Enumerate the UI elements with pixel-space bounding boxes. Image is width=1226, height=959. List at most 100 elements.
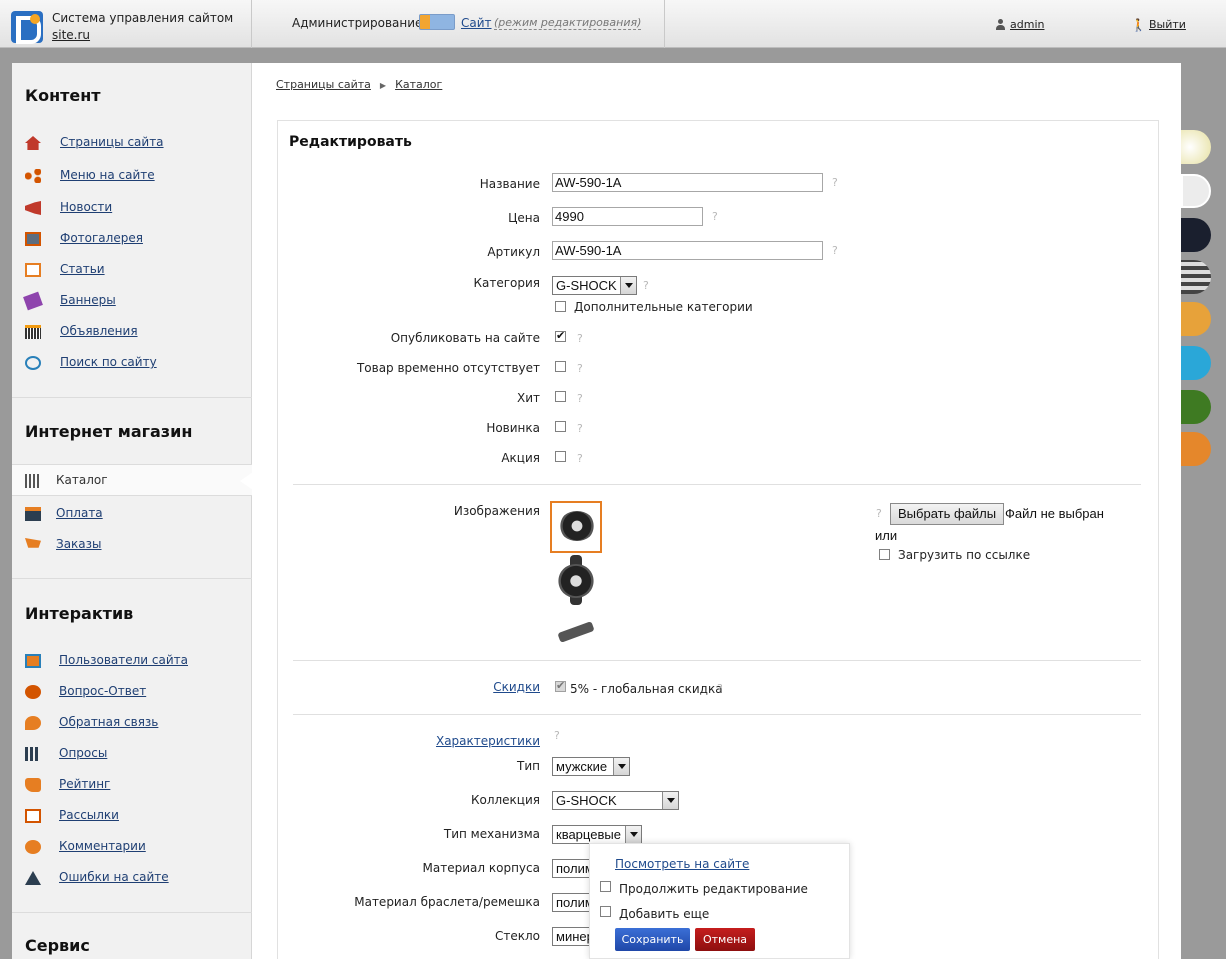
sidebar-item-news[interactable]: Новости [25,199,245,219]
edit-mode-note[interactable]: (режим редактирования) [494,16,642,30]
publish-checkbox[interactable] [555,329,566,342]
glass-label: Стекло [494,929,540,943]
sidebar-item-label[interactable]: Ошибки на сайте [59,870,169,884]
chevron-down-icon [620,277,636,294]
user-link[interactable]: admin [1010,18,1044,31]
continue-edit-checkbox[interactable] [600,881,611,892]
sidebar-item-catalog[interactable]: Каталог [25,472,245,492]
help-icon[interactable]: ? [832,176,838,189]
sale-checkbox[interactable] [555,451,566,462]
breadcrumb-item[interactable]: Каталог [395,78,442,91]
sidebar-item-label[interactable]: Опросы [59,746,107,760]
category-label: Категория [473,276,540,290]
collection-select[interactable]: G-SHOCK [552,791,679,810]
sidebar-item-label[interactable]: Рейтинг [59,777,110,791]
help-icon[interactable]: ? [712,210,718,223]
help-icon[interactable]: ? [577,392,583,405]
logout-link[interactable]: Выйти [1149,18,1186,31]
theme-swatch[interactable] [1181,260,1211,294]
sidebar-item-qa[interactable]: Вопрос-Ответ [25,683,245,703]
sidebar-item-feedback[interactable]: Обратная связь [25,714,245,734]
help-icon[interactable]: ? [876,507,882,520]
category-select[interactable]: G-SHOCK [552,276,637,295]
sidebar-item-menu[interactable]: Меню на сайте [25,167,245,187]
price-input[interactable]: 4990 [552,207,703,226]
new-checkbox[interactable] [555,421,566,432]
site-mode-link[interactable]: Сайт [461,16,492,30]
sidebar-item-label[interactable]: Объявления [60,324,138,338]
sidebar-item-label[interactable]: Каталог [56,473,108,487]
image-thumbnail[interactable] [550,555,602,607]
help-icon[interactable]: ? [832,244,838,257]
sidebar-item-label[interactable]: Страницы сайта [60,135,164,149]
sidebar-item-label[interactable]: Вопрос-Ответ [59,684,146,698]
sidebar-item-label[interactable]: Меню на сайте [60,168,155,182]
image-thumbnail[interactable] [550,609,602,661]
hit-checkbox[interactable] [555,391,566,402]
sidebar-item-errors[interactable]: Ошибки на сайте [25,869,245,889]
discounts-link[interactable]: Скидки [493,680,540,694]
absent-checkbox[interactable] [555,361,566,372]
theme-swatch[interactable] [1181,130,1211,164]
sidebar-item-orders[interactable]: Заказы [25,536,245,556]
sidebar-item-polls[interactable]: Опросы [25,745,245,765]
cancel-button[interactable]: Отмена [695,928,755,951]
banner-icon [23,291,43,311]
help-icon[interactable]: ? [717,682,723,695]
sidebar-item-gallery[interactable]: Фотогалерея [25,230,245,250]
theme-swatch[interactable] [1181,174,1211,208]
sidebar-item-banners[interactable]: Баннеры [23,291,245,312]
view-on-site-link[interactable]: Посмотреть на сайте [615,857,749,871]
sidebar-item-label[interactable]: Поиск по сайту [60,355,157,369]
theme-swatch[interactable] [1181,390,1211,424]
article-input[interactable]: AW-590-1A [552,241,823,260]
sidebar-item-payment[interactable]: Оплата [25,505,245,525]
sidebar-item-label[interactable]: Пользователи сайта [59,653,188,667]
edit-panel: Редактировать Название AW-590-1A ? Цена … [277,120,1159,959]
sidebar-item-comments[interactable]: Комментарии [25,838,245,858]
sidebar-item-label[interactable]: Оплата [56,506,103,520]
upload-by-link-checkbox[interactable] [879,549,890,560]
sidebar-item-label[interactable]: Фотогалерея [60,231,143,245]
mode-switch-icon[interactable] [419,14,455,30]
sidebar-item-label[interactable]: Заказы [56,537,102,551]
sidebar-item-articles[interactable]: Статьи [25,261,245,281]
name-input[interactable]: AW-590-1A [552,173,823,192]
add-more-checkbox[interactable] [600,906,611,917]
breadcrumb-item[interactable]: Страницы сайта [276,78,371,91]
admin-mode-label[interactable]: Администрирование [292,16,422,30]
type-select[interactable]: мужские [552,757,630,776]
help-icon[interactable]: ? [643,279,649,292]
extra-categories-checkbox[interactable] [555,301,566,312]
sidebar-item-mailing[interactable]: Рассылки [25,807,245,827]
sidebar-item-pages[interactable]: Страницы сайта [25,134,245,154]
help-icon[interactable]: ? [577,332,583,345]
features-link[interactable]: Характеристики [436,734,540,748]
theme-swatch[interactable] [1181,432,1211,466]
logo[interactable] [11,11,43,44]
sidebar-item-label[interactable]: Новости [60,200,112,214]
mechanism-select[interactable]: кварцевые [552,825,642,844]
sidebar-item-users[interactable]: Пользователи сайта [25,652,245,672]
sidebar-item-label[interactable]: Баннеры [60,293,116,307]
section-title-shop: Интернет магазин [25,422,193,441]
theme-swatch[interactable] [1181,302,1211,336]
case-material-label: Материал корпуса [422,861,540,875]
help-icon[interactable]: ? [577,362,583,375]
sidebar-item-ads[interactable]: Объявления [25,323,245,343]
sidebar-item-label[interactable]: Рассылки [59,808,119,822]
theme-swatch[interactable] [1181,346,1211,380]
choose-files-button[interactable]: Выбрать файлы [890,503,1005,525]
sidebar-item-label[interactable]: Комментарии [59,839,146,853]
sidebar-item-label[interactable]: Обратная связь [59,715,158,729]
help-icon[interactable]: ? [554,729,560,742]
save-button[interactable]: Сохранить [615,928,690,951]
help-icon[interactable]: ? [577,422,583,435]
help-icon[interactable]: ? [577,452,583,465]
sidebar-item-label[interactable]: Статьи [60,262,105,276]
sidebar-item-search[interactable]: Поиск по сайту [25,354,245,374]
image-thumbnail[interactable] [550,501,602,553]
sidebar-item-rating[interactable]: Рейтинг [25,776,245,796]
site-name-link[interactable]: site.ru [52,28,90,42]
theme-swatch[interactable] [1181,218,1211,252]
